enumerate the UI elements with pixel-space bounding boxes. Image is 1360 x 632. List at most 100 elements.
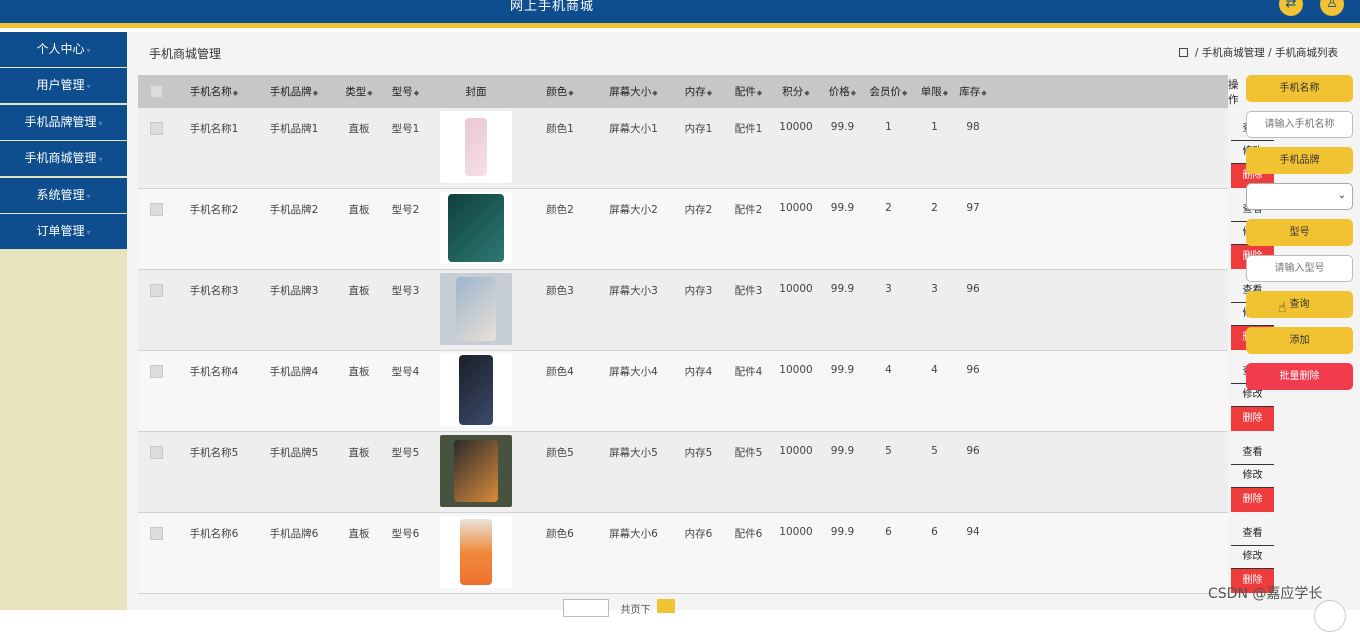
cell-type: 直板: [348, 285, 370, 297]
cell-accessory: 配件1: [734, 123, 763, 135]
edit-button[interactable]: 修改: [1231, 465, 1274, 488]
cell-points: 10000: [779, 283, 813, 295]
cover-image: [440, 273, 512, 345]
cell-stock: 97: [966, 202, 980, 214]
cell-price: 99.9: [830, 283, 855, 295]
col-header-cover: 封面: [427, 75, 525, 108]
cell-points: 10000: [779, 526, 813, 538]
cell-price: 99.9: [830, 202, 855, 214]
back-to-top-button[interactable]: [1314, 600, 1346, 632]
row-checkbox[interactable]: [149, 203, 163, 216]
col-header-points[interactable]: 积分◆: [772, 75, 820, 108]
delete-button[interactable]: 删除: [1231, 488, 1274, 512]
cell-brand: 手机品牌3: [269, 285, 319, 297]
col-header-color[interactable]: 颜色◆: [525, 75, 595, 108]
col-header-brand[interactable]: 手机品牌◆: [254, 75, 334, 108]
sort-icon[interactable]: ◆: [981, 89, 986, 97]
hand-cursor-icon: ☝: [1278, 300, 1287, 316]
app-title: 网上手机商城: [510, 0, 595, 14]
col-header-stock[interactable]: 库存◆: [957, 75, 989, 108]
breadcrumb-level1[interactable]: 手机商城管理: [1202, 47, 1265, 59]
top-header: 网上手机商城 ⇄ ♙: [0, 0, 1360, 28]
sort-icon[interactable]: ◆: [902, 89, 907, 97]
row-checkbox[interactable]: [149, 284, 163, 297]
sort-icon[interactable]: ◆: [804, 89, 809, 97]
cell-accessory: 配件4: [734, 366, 763, 378]
page-size-select[interactable]: [563, 599, 609, 617]
watermark: CSDN @嘉应学长: [1208, 586, 1323, 602]
cell-screen: 屏幕大小5: [609, 447, 658, 459]
cell-type: 直板: [348, 123, 370, 135]
breadcrumb: / 手机商城管理 / 手机商城列表: [1178, 45, 1338, 60]
cell-stock: 94: [966, 526, 980, 538]
sidebar-item-system-management[interactable]: 系统管理 ▾: [0, 177, 127, 213]
col-header-member-price[interactable]: 会员价◆: [865, 75, 912, 108]
query-button[interactable]: 查询: [1246, 291, 1353, 318]
cell-member-price: 2: [885, 202, 892, 214]
model-input[interactable]: [1246, 255, 1353, 282]
row-checkbox[interactable]: [149, 122, 163, 135]
sidebar-item-personal-center[interactable]: 个人中心 ▾: [0, 32, 127, 67]
sort-icon[interactable]: ◆: [652, 89, 657, 97]
cell-stock: 98: [966, 121, 980, 133]
cell-member-price: 4: [885, 364, 892, 376]
sort-icon[interactable]: ◆: [943, 89, 948, 97]
cover-image: [440, 192, 512, 264]
sidebar-item-order-management[interactable]: 订单管理 ▾: [0, 213, 127, 249]
row-checkbox[interactable]: [149, 446, 163, 459]
cell-screen: 屏幕大小4: [609, 366, 658, 378]
cell-memory: 内存3: [684, 285, 713, 297]
cell-brand: 手机品牌2: [269, 204, 319, 216]
batch-delete-button[interactable]: 批量删除: [1246, 363, 1353, 390]
row-checkbox[interactable]: [149, 527, 163, 540]
view-button[interactable]: 查看: [1231, 523, 1274, 546]
brand-select[interactable]: ⌄: [1246, 183, 1353, 210]
col-header-screen[interactable]: 屏幕大小◆: [595, 75, 672, 108]
sidebar-item-mall-management[interactable]: 手机商城管理 ▾: [0, 141, 127, 177]
cell-model: 型号1: [391, 123, 420, 135]
sort-icon[interactable]: ◆: [414, 89, 419, 97]
sort-icon[interactable]: ◆: [367, 89, 372, 97]
shuffle-icon[interactable]: ⇄: [1279, 0, 1303, 16]
sort-icon[interactable]: ◆: [568, 89, 573, 97]
sort-icon[interactable]: ◆: [851, 89, 856, 97]
col-header-accessory[interactable]: 配件◆: [725, 75, 772, 108]
phone-image: [459, 355, 493, 425]
cell-accessory: 配件3: [734, 285, 763, 297]
sort-icon[interactable]: ◆: [233, 89, 238, 97]
phone-image: [460, 519, 492, 585]
pager-text: 共页下: [620, 605, 651, 616]
view-button[interactable]: 查看: [1231, 442, 1274, 465]
chevron-down-icon: ⌄: [1337, 190, 1346, 201]
sidebar-item-brand-management[interactable]: 手机品牌管理 ▾: [0, 104, 127, 140]
sidebar-item-user-management[interactable]: 用户管理 ▾: [0, 68, 127, 104]
phone-image: [448, 194, 504, 262]
col-header-name[interactable]: 手机名称◆: [174, 75, 254, 108]
sort-icon[interactable]: ◆: [757, 89, 762, 97]
col-header-type[interactable]: 类型◆: [334, 75, 384, 108]
select-all-checkbox[interactable]: [149, 85, 163, 98]
cell-stock: 96: [966, 445, 980, 457]
user-icon[interactable]: ♙: [1320, 0, 1344, 16]
cell-points: 10000: [779, 445, 813, 457]
col-header-price[interactable]: 价格◆: [820, 75, 865, 108]
current-page[interactable]: [657, 599, 675, 613]
name-label: 手机名称: [1246, 75, 1353, 102]
cover-image: [440, 435, 512, 507]
sort-icon[interactable]: ◆: [707, 89, 712, 97]
col-header-limit[interactable]: 单限◆: [912, 75, 957, 108]
cell-name: 手机名称2: [189, 204, 239, 216]
cell-color: 颜色6: [546, 528, 574, 540]
add-button[interactable]: 添加: [1246, 327, 1353, 354]
cell-points: 10000: [779, 364, 813, 376]
name-input[interactable]: [1246, 111, 1353, 138]
col-header-model[interactable]: 型号◆: [384, 75, 427, 108]
row-checkbox[interactable]: [149, 365, 163, 378]
cell-name: 手机名称6: [189, 528, 239, 540]
delete-button[interactable]: 删除: [1231, 407, 1274, 431]
cell-limit: 5: [931, 445, 938, 457]
col-header-memory[interactable]: 内存◆: [672, 75, 725, 108]
home-icon[interactable]: [1178, 48, 1188, 57]
sort-icon[interactable]: ◆: [313, 89, 318, 97]
edit-button[interactable]: 修改: [1231, 546, 1274, 569]
